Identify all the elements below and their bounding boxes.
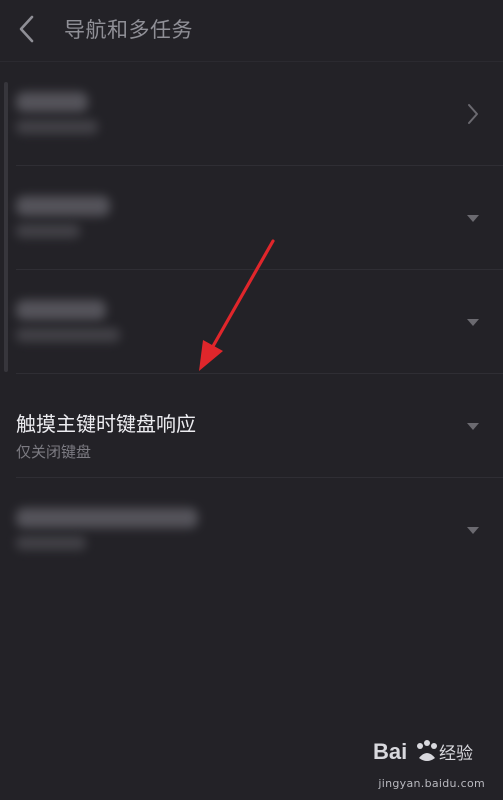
top-app-bar: 导航和多任务 (0, 0, 503, 58)
row-trailing (461, 62, 485, 166)
blurred-subtitle (16, 224, 80, 238)
blurred-title (16, 92, 88, 112)
blurred-subtitle (16, 536, 86, 550)
svg-text:Bai: Bai (373, 739, 407, 764)
chevron-left-icon (19, 15, 34, 43)
blurred-title (16, 196, 110, 216)
settings-item-blurred-1[interactable] (0, 62, 503, 166)
row-trailing (461, 270, 485, 374)
dropdown-triangle-icon (467, 215, 479, 222)
settings-list: 触摸主键时键盘响应 仅关闭键盘 (0, 62, 503, 582)
page-title: 导航和多任务 (64, 18, 193, 42)
settings-item-blurred-3[interactable] (0, 270, 503, 374)
baidu-logo-icon: Bai 经验 (373, 739, 473, 764)
back-button[interactable] (10, 12, 44, 46)
settings-screen: 导航和多任务 触摸主键时键盘响应 仅关闭键盘 Bai 经验 jingyan.ba… (0, 0, 503, 800)
svg-text:经验: 经验 (439, 744, 473, 764)
blurred-title (16, 300, 106, 320)
settings-item-blurred-2[interactable] (0, 166, 503, 270)
blurred-subtitle (16, 328, 120, 342)
row-trailing (461, 478, 485, 582)
watermark-domain: jingyan.baidu.com (378, 777, 485, 790)
settings-item-blurred-5[interactable] (0, 478, 503, 582)
row-trailing (461, 166, 485, 270)
dropdown-triangle-icon (467, 527, 479, 534)
blurred-title (16, 508, 198, 528)
dropdown-triangle-icon (467, 423, 479, 430)
row-trailing (461, 374, 485, 478)
setting-value: 仅关闭键盘 (16, 443, 92, 461)
settings-item-home-key-keyboard[interactable]: 触摸主键时键盘响应 仅关闭键盘 (0, 374, 503, 478)
setting-title: 触摸主键时键盘响应 (16, 412, 196, 436)
blurred-subtitle (16, 120, 98, 134)
dropdown-triangle-icon (467, 319, 479, 326)
chevron-right-icon (468, 104, 478, 124)
baidu-jingyan-watermark: Bai 经验 jingyan.baidu.com (373, 734, 491, 790)
